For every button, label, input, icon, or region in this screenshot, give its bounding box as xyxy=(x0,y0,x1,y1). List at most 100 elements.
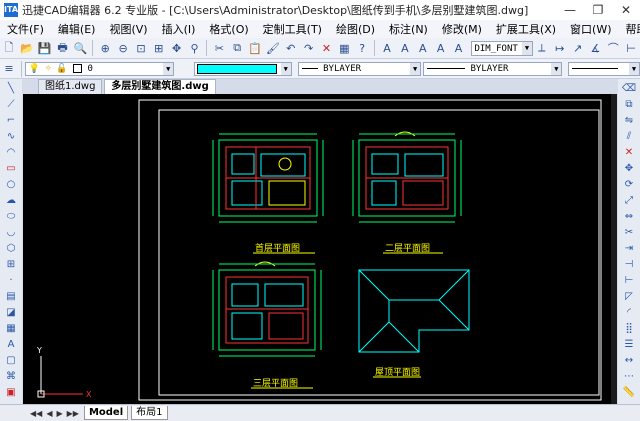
move-icon[interactable]: ✥ xyxy=(620,162,638,175)
break-icon[interactable]: ⊣ xyxy=(620,258,638,271)
extend-icon[interactable]: ⇥ xyxy=(620,242,638,255)
region-icon[interactable]: ◪ xyxy=(2,306,20,319)
close-button[interactable]: ✕ xyxy=(612,0,640,20)
array-icon[interactable]: ⣿ xyxy=(620,322,638,335)
zoom-out-icon[interactable]: ⊖ xyxy=(115,40,131,56)
tab-drawing1[interactable]: 图纸1.dwg xyxy=(38,79,103,94)
preview-icon[interactable]: 🔍 xyxy=(72,40,88,56)
help-icon[interactable]: ? xyxy=(354,40,370,56)
plot-style-select[interactable]: ▼ xyxy=(568,61,640,76)
new-file-icon[interactable]: 🗋 xyxy=(1,40,17,56)
text-edit-icon[interactable]: A xyxy=(415,40,431,56)
menu-help[interactable]: 帮助(H) xyxy=(619,21,640,37)
dimension-style-icon[interactable]: ⟂ xyxy=(534,40,550,56)
dimension-linear-icon[interactable]: ↦ xyxy=(552,40,568,56)
menu-edit[interactable]: 编辑(E) xyxy=(51,21,103,37)
open-folder-icon[interactable]: 📂 xyxy=(19,40,35,56)
table-icon[interactable]: ▦ xyxy=(2,322,20,335)
image-icon[interactable]: ▣ xyxy=(2,386,20,399)
save-icon[interactable]: 💾 xyxy=(37,40,53,56)
construction-line-icon[interactable]: ⟋ xyxy=(2,98,20,111)
menu-custom-tools[interactable]: 定制工具(T) xyxy=(256,21,329,37)
zoom-in-icon[interactable]: ⊕ xyxy=(97,40,113,56)
stretch-icon[interactable]: ⇔ xyxy=(620,210,638,223)
chevron-down-icon[interactable]: ▼ xyxy=(629,62,640,75)
color-select[interactable]: ▼ xyxy=(194,61,292,76)
nav-next-icon[interactable]: ▶ xyxy=(56,409,62,418)
lineweight-select[interactable]: BYLAYER ▼ xyxy=(423,61,563,76)
redo-icon[interactable]: ↷ xyxy=(301,40,317,56)
nav-last-icon[interactable]: ▶▶ xyxy=(67,409,79,418)
zoom-extents-icon[interactable]: ⊞ xyxy=(151,40,167,56)
lengthen-icon[interactable]: ↔ xyxy=(620,354,638,367)
copy-icon[interactable]: ⧉ xyxy=(229,40,245,56)
divide-icon[interactable]: ⋯ xyxy=(620,370,638,383)
layer-select[interactable]: 💡 ☼ 🔓 0 ▼ xyxy=(24,61,175,76)
multiline-text-icon[interactable]: A xyxy=(397,40,413,56)
nav-prev-icon[interactable]: ◀ xyxy=(46,409,52,418)
line-icon[interactable]: ╲ xyxy=(2,82,20,95)
mtext-icon[interactable]: A xyxy=(2,338,20,351)
rectangle-icon[interactable]: ▭ xyxy=(2,162,20,175)
tab-villa-drawing[interactable]: 多层别墅建筑图.dwg xyxy=(104,79,216,94)
chamfer-icon[interactable]: ◸ xyxy=(620,290,638,303)
lock-icon[interactable]: 🔓 xyxy=(56,64,67,74)
menu-insert[interactable]: 插入(I) xyxy=(155,21,203,37)
revision-cloud-icon[interactable]: ☁ xyxy=(2,194,20,207)
tab-model[interactable]: Model xyxy=(83,406,129,420)
font-style-select[interactable]: DIM_FONT ▼ xyxy=(471,40,533,56)
linetype-select[interactable]: BYLAYER ▼ xyxy=(297,61,422,76)
spline-icon[interactable]: ∿ xyxy=(2,130,20,143)
layer-manager-icon[interactable]: ≡ xyxy=(1,61,17,77)
polygon-icon[interactable]: ⬡ xyxy=(2,242,20,255)
dimension-baseline-icon[interactable]: ⊢ xyxy=(623,40,639,56)
trim-icon[interactable]: ✂ xyxy=(620,226,638,239)
menu-file[interactable]: 文件(F) xyxy=(0,21,51,37)
menu-draw[interactable]: 绘图(D) xyxy=(329,21,382,37)
drawing-canvas[interactable]: 首层平面图 二层平面图 三层平面图 屋顶平面图 Y X xyxy=(23,94,617,404)
wipeout-icon[interactable]: ▢ xyxy=(2,354,20,367)
rotate-icon[interactable]: ⟳ xyxy=(620,178,638,191)
measure-icon[interactable]: 📏 xyxy=(620,386,638,399)
binoculars-icon[interactable]: ⚲ xyxy=(187,40,203,56)
hatch-icon[interactable]: ▤ xyxy=(2,290,20,303)
ellipse-icon[interactable]: ⬭ xyxy=(2,210,20,223)
zoom-window-icon[interactable]: ⊡ xyxy=(133,40,149,56)
arc-icon[interactable]: ◠ xyxy=(2,146,20,159)
fillet-icon[interactable]: ◜ xyxy=(620,306,638,319)
properties-icon[interactable]: ▦ xyxy=(336,40,352,56)
polyline-icon[interactable]: ⌐ xyxy=(2,114,20,127)
join-icon[interactable]: ⊢ xyxy=(620,274,638,287)
chevron-down-icon[interactable]: ▼ xyxy=(410,62,421,75)
cut-icon[interactable]: ✂ xyxy=(211,40,227,56)
chevron-down-icon[interactable]: ▼ xyxy=(163,62,174,75)
explode-icon[interactable]: ✕ xyxy=(620,146,638,159)
scale-icon[interactable]: ⤢ xyxy=(620,194,638,207)
offset-icon[interactable]: ⫽ xyxy=(620,130,638,143)
align-icon[interactable]: ☰ xyxy=(620,338,638,351)
undo-icon[interactable]: ↶ xyxy=(283,40,299,56)
copy-object-icon[interactable]: ⧉ xyxy=(620,98,638,111)
dimension-angle-icon[interactable]: ∡ xyxy=(588,40,604,56)
menu-dimension[interactable]: 标注(N) xyxy=(382,21,435,37)
delete-icon[interactable]: ✕ xyxy=(319,40,335,56)
block-icon[interactable]: ⊞ xyxy=(2,258,20,271)
menu-window[interactable]: 窗口(W) xyxy=(563,21,618,37)
paste-icon[interactable]: 📋 xyxy=(247,40,263,56)
menu-format[interactable]: 格式(O) xyxy=(202,21,255,37)
text-style-icon[interactable]: A xyxy=(379,40,395,56)
pan-icon[interactable]: ✥ xyxy=(169,40,185,56)
chevron-down-icon[interactable]: ▼ xyxy=(280,62,291,75)
attach-icon[interactable]: ⌘ xyxy=(2,370,20,383)
lightbulb-icon[interactable]: 💡 xyxy=(29,64,40,74)
chevron-down-icon[interactable]: ▼ xyxy=(521,41,532,55)
mirror-icon[interactable]: ⇋ xyxy=(620,114,638,127)
menu-extend-tools[interactable]: 扩展工具(X) xyxy=(489,21,563,37)
dimension-radius-icon[interactable]: ⌒ xyxy=(605,40,621,56)
text-find-icon[interactable]: A xyxy=(433,40,449,56)
circle-icon[interactable]: ○ xyxy=(2,178,20,191)
text-rotate-icon[interactable]: A xyxy=(451,40,467,56)
vertical-scrollbar[interactable] xyxy=(611,94,617,404)
minimize-button[interactable]: — xyxy=(556,0,584,20)
dimension-aligned-icon[interactable]: ↗ xyxy=(570,40,586,56)
